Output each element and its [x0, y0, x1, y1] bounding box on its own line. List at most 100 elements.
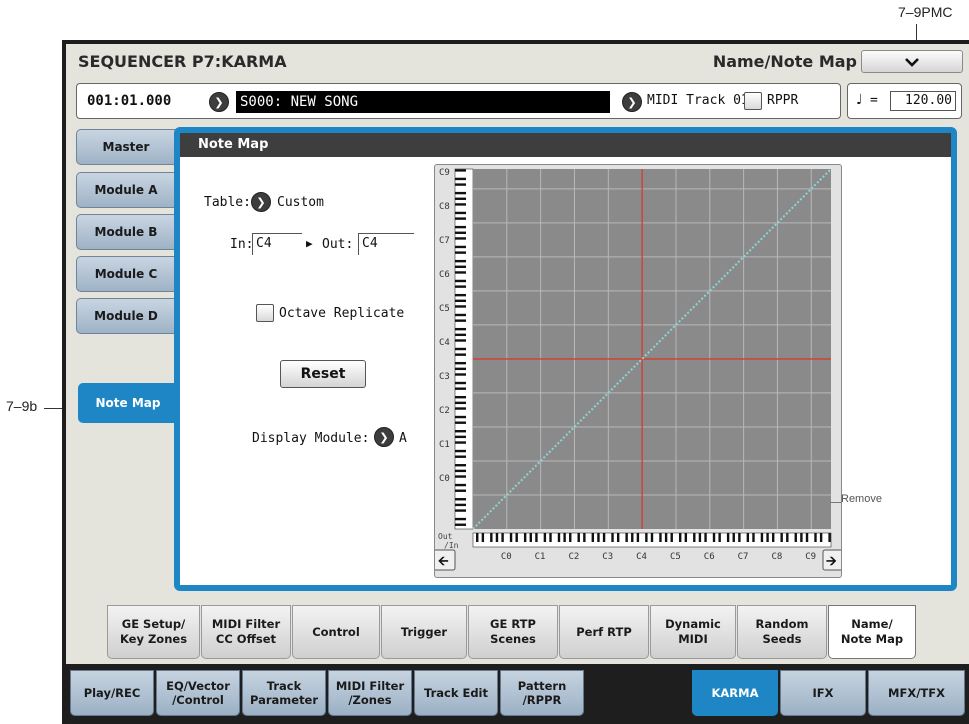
tab-dynamic-midi[interactable]: Dynamic MIDI [650, 605, 736, 659]
x-axis-label: C9 [805, 552, 816, 562]
y-black-key [455, 327, 466, 331]
y-black-key [455, 217, 466, 220]
y-black-key [455, 373, 466, 376]
x-black-key [529, 533, 532, 542]
page-menu-button[interactable] [861, 50, 963, 73]
arrow-right-icon: 🡪 [826, 554, 837, 569]
side-tab-module-a[interactable]: Module A [76, 172, 176, 208]
tab-perf-rtp[interactable]: Perf RTP [559, 605, 649, 659]
x-black-key [583, 533, 586, 542]
x-black-key [501, 533, 504, 542]
in-note-field[interactable]: C4 [252, 233, 302, 255]
note-map-plot[interactable]: C9C8C7C6C5C4C3C2C1C0 C0 C1 C2 C3 C4 C5 C6 C7 C8 C… [435, 165, 841, 577]
x-black-key [645, 533, 648, 542]
mode-tab-pattern-rppr[interactable]: Pattern/RPPR [500, 670, 584, 716]
remove-tick-line [830, 502, 841, 503]
octave-replicate-checkbox[interactable] [256, 304, 274, 322]
rppr-label: RPPR [767, 93, 799, 108]
x-black-key [794, 533, 797, 542]
page-tab-bar: GE Setup/Key Zones MIDI Filter CC Offset … [107, 605, 965, 661]
song-name-field[interactable]: S000: NEW SONG [236, 91, 610, 113]
page-name: Name/Note Map [712, 52, 857, 71]
x-black-key [591, 533, 595, 542]
y-black-key [455, 245, 466, 249]
x-axis-label: C2 [568, 552, 579, 562]
y-black-key [455, 435, 466, 439]
scroll-left-button[interactable]: 🡨 [435, 549, 456, 571]
table-value[interactable]: Custom [277, 195, 324, 210]
y-axis-label: C6 [439, 270, 450, 280]
x-axis-label: C4 [636, 552, 647, 562]
mode-tab-midi-filter-zones[interactable]: MIDI Filter/Zones [328, 670, 412, 716]
mode-tab-play-rec[interactable]: Play/REC [70, 670, 154, 716]
mode-tab-karma[interactable]: KARMA [692, 670, 778, 716]
y-black-key [455, 251, 466, 254]
x-black-key [772, 533, 775, 542]
tab-name-note-map[interactable]: Name/Note Map [828, 605, 916, 659]
y-black-key [455, 237, 466, 240]
y-black-key [455, 469, 466, 473]
y-black-key [455, 475, 466, 478]
x-black-key [732, 533, 735, 542]
x-black-key [746, 533, 750, 542]
rppr-checkbox[interactable] [744, 92, 762, 110]
remove-label[interactable]: Remove [841, 493, 882, 505]
out-note-field[interactable]: C4 [358, 233, 414, 255]
scroll-right-button[interactable]: 🡪 [822, 549, 841, 571]
tab-trigger[interactable]: Trigger [381, 605, 467, 659]
mode-tab-mfx-tfx[interactable]: MFX/TFX [868, 670, 965, 716]
midi-track-label[interactable]: MIDI Track 01: [647, 93, 757, 108]
x-black-key [760, 533, 764, 542]
x-black-key [786, 533, 789, 542]
y-axis-label: C8 [439, 202, 450, 212]
tempo-field[interactable]: 120.00 [890, 91, 956, 111]
side-tab-note-map[interactable]: Note Map [78, 383, 178, 423]
tab-midi-filter-cc-offset[interactable]: MIDI Filter CC Offset [201, 605, 291, 659]
x-black-key [670, 533, 673, 542]
x-black-key [805, 533, 809, 542]
y-black-key [455, 464, 466, 467]
octave-replicate-label: Octave Replicate [279, 306, 405, 321]
tab-control[interactable]: Control [292, 605, 380, 659]
side-tab-module-c[interactable]: Module C [76, 256, 176, 292]
side-tab-module-b[interactable]: Module B [76, 214, 176, 250]
y-black-key [455, 367, 466, 371]
y-black-key [455, 183, 466, 186]
x-black-key [563, 533, 566, 542]
display-module-value[interactable]: A [399, 431, 407, 446]
table-popup-icon[interactable]: ❯ [251, 192, 271, 212]
y-black-key [455, 225, 466, 229]
x-black-key [557, 533, 561, 542]
display-module-popup-icon[interactable]: ❯ [374, 427, 394, 447]
x-black-key [569, 533, 572, 542]
y-black-key [455, 271, 466, 274]
y-black-key [455, 231, 466, 234]
mode-tab-eq-vector-control[interactable]: EQ/Vector/Control [156, 670, 240, 716]
y-black-key [455, 197, 466, 200]
side-tab-module-d[interactable]: Module D [76, 298, 176, 334]
y-axis-label: C1 [439, 440, 450, 450]
info-bar: 001:01.000 ❯ S000: NEW SONG ❯ MIDI Track… [76, 83, 841, 119]
side-tab-master[interactable]: Master [76, 129, 176, 165]
track-select-popup-icon[interactable]: ❯ [622, 92, 642, 112]
song-select-popup-icon[interactable]: ❯ [209, 92, 229, 112]
x-black-key [625, 533, 628, 542]
tab-ge-setup-key-zones[interactable]: GE Setup/Key Zones [107, 605, 200, 659]
out-label: Out: [322, 237, 354, 252]
tab-random-seeds[interactable]: Random Seeds [737, 605, 827, 659]
y-black-key [455, 265, 466, 268]
note-map-graph[interactable]: C9 C8 C7 C6 C5 C4 C3 C2 C1 C0 C0 C1 C2 C3 C4 C5 C6 C7 C8 C… [434, 164, 842, 578]
page-title: SEQUENCER P7:KARMA [78, 52, 287, 71]
y-black-key [455, 313, 466, 317]
tab-ge-rtp-scenes[interactable]: GE RTP Scenes [468, 605, 558, 659]
y-black-key [455, 407, 466, 410]
mode-tab-track-edit[interactable]: Track Edit [414, 670, 498, 716]
mode-tab-track-parameter[interactable]: Track Parameter [242, 670, 326, 716]
callout-top-right: 7–9PMC [898, 4, 953, 20]
x-axis-label: C8 [771, 552, 782, 562]
mode-tab-ifx[interactable]: IFX [780, 670, 866, 716]
x-black-key [684, 533, 688, 542]
song-location[interactable]: 001:01.000 [87, 93, 171, 109]
x-black-key [523, 533, 527, 542]
reset-button[interactable]: Reset [280, 360, 366, 388]
